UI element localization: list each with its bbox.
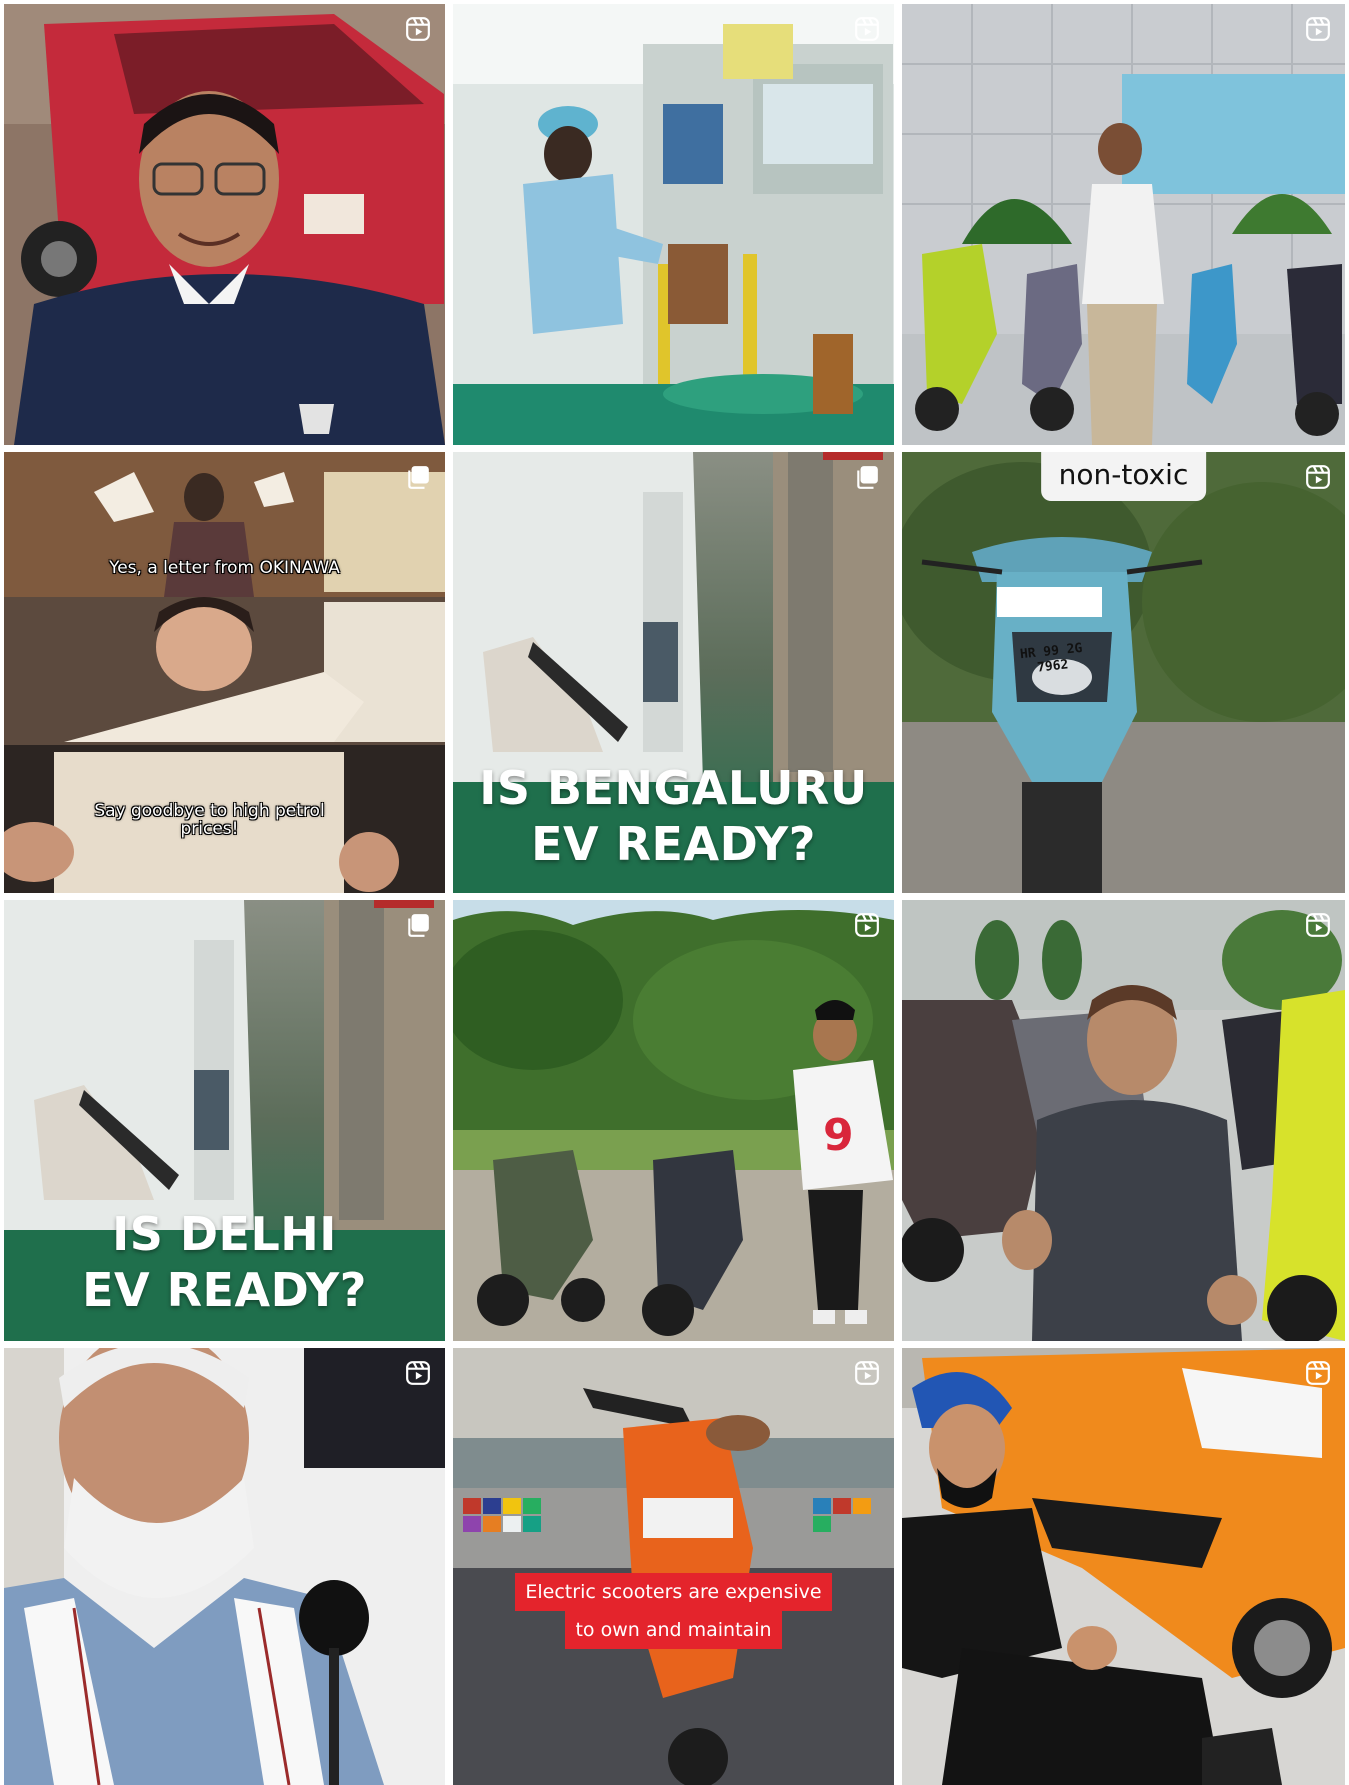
reels-icon	[855, 17, 879, 41]
post-grid: Yes, a letter from OKINAWA Say goodbye t…	[0, 0, 1349, 1785]
reels-icon	[1306, 465, 1330, 489]
grid-post-4[interactable]: Yes, a letter from OKINAWA Say goodbye t…	[4, 452, 445, 893]
carousel-icon	[857, 466, 878, 489]
reels-icon	[855, 1361, 879, 1385]
post-thumbnail	[453, 1348, 894, 1785]
post-title-line1: IS BENGALURU	[479, 761, 868, 815]
post-title-line2: EV READY?	[531, 817, 816, 871]
carousel-icon	[408, 914, 429, 937]
grid-post-7[interactable]: IS DELHI EV READY?	[4, 900, 445, 1341]
red-caption: Electric scooters are expensive to own a…	[453, 1573, 894, 1649]
grid-post-2[interactable]	[453, 4, 894, 445]
post-thumbnail	[4, 1348, 445, 1785]
reels-icon	[1306, 17, 1330, 41]
post-thumbnail	[902, 4, 1345, 445]
grid-post-6[interactable]: HR 99 2G 7962 non-toxic	[902, 452, 1345, 893]
meme-caption-top: Yes, a letter from OKINAWA	[109, 558, 340, 578]
jersey-number: 9	[823, 1110, 854, 1161]
grid-post-8[interactable]: 9	[453, 900, 894, 1341]
post-thumbnail	[902, 900, 1345, 1341]
caption-pill: non-toxic	[1040, 452, 1207, 501]
grid-post-11[interactable]: Electric scooters are expensive to own a…	[453, 1348, 894, 1785]
grid-post-1[interactable]	[4, 4, 445, 445]
post-thumbnail	[902, 1348, 1345, 1785]
carousel-icon	[408, 466, 429, 489]
red-caption-line2: to own and maintain	[565, 1611, 782, 1649]
reels-icon	[1306, 913, 1330, 937]
reels-icon	[855, 913, 879, 937]
red-caption-line1: Electric scooters are expensive	[515, 1573, 832, 1611]
post-thumbnail	[902, 452, 1345, 893]
reels-icon	[406, 1361, 430, 1385]
post-thumbnail	[453, 4, 894, 445]
grid-post-12[interactable]	[902, 1348, 1345, 1785]
grid-post-9[interactable]	[902, 900, 1345, 1341]
reels-icon	[406, 17, 430, 41]
grid-post-10[interactable]	[4, 1348, 445, 1785]
reels-icon	[1306, 1361, 1330, 1385]
grid-post-3[interactable]	[902, 4, 1345, 445]
post-thumbnail	[4, 4, 445, 445]
post-title-line1: IS DELHI	[112, 1207, 337, 1261]
grid-post-5[interactable]: IS BENGALURU EV READY?	[453, 452, 894, 893]
post-title-line2: EV READY?	[82, 1263, 367, 1317]
meme-caption-bottom: Say goodbye to high petrol prices!	[94, 801, 325, 839]
